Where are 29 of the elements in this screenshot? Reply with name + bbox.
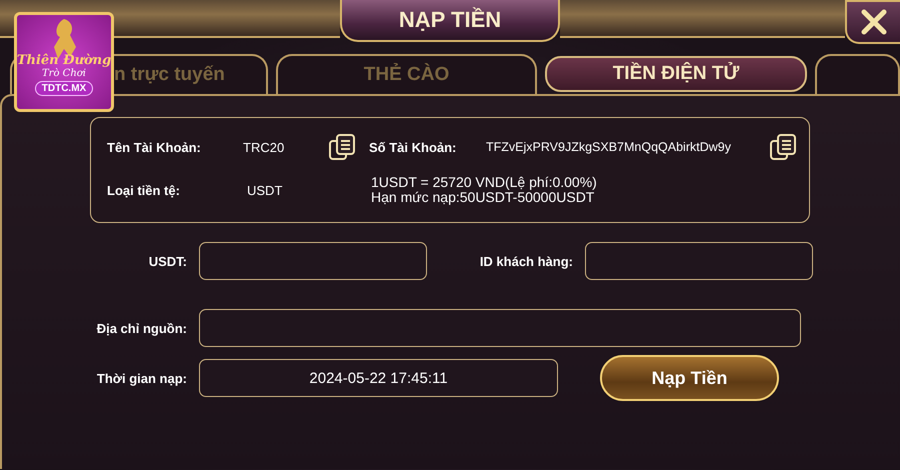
copy-button[interactable]	[327, 132, 357, 162]
field-label: Thời gian nạp:	[96, 370, 187, 386]
close-icon	[860, 9, 886, 35]
account-number-label: Số Tài Khoản:	[369, 140, 458, 154]
copy-icon	[328, 133, 356, 161]
tab[interactable]: TIỀN ĐIỆN TỬ	[545, 56, 807, 92]
rate-text: Hạn mức nạp:50USDT-50000USDT	[371, 190, 594, 205]
deposit-button[interactable]: Nạp Tiền	[600, 355, 779, 401]
account-name-label: Tên Tài Khoản:	[107, 140, 202, 154]
rate-text: 1USDT = 25720 VND(Lệ phí:0.00%)	[371, 175, 597, 190]
account-name-value: TRC20	[243, 140, 286, 154]
copy-icon	[769, 133, 797, 161]
field-label: Địa chỉ nguồn:	[96, 320, 187, 336]
usdt-field[interactable]	[199, 242, 427, 280]
copy-button[interactable]	[768, 132, 798, 162]
window-title: NẠP TIỀN	[340, 0, 560, 42]
account-number-value: TFZvEjxPRV9JZkgSXB7MnQqQAbirktDw9y	[486, 140, 732, 154]
deposit-time-field[interactable]: 2024-05-22 17:45:11	[199, 359, 558, 397]
currency-value: USDT	[246, 182, 284, 198]
logo-badge: TDTC.MX	[34, 81, 94, 96]
field-label: ID khách hàng:	[478, 254, 573, 268]
logo-text: Thiên Đường	[16, 53, 112, 68]
close-button[interactable]	[845, 0, 900, 44]
currency-label: Loại tiền tệ:	[107, 182, 181, 198]
tab[interactable]	[815, 54, 900, 94]
field-label: USDT:	[148, 254, 187, 268]
customer-id-field[interactable]	[585, 242, 813, 280]
source-address-field[interactable]	[199, 309, 801, 347]
logo-text: Trò Chơi	[42, 68, 86, 79]
